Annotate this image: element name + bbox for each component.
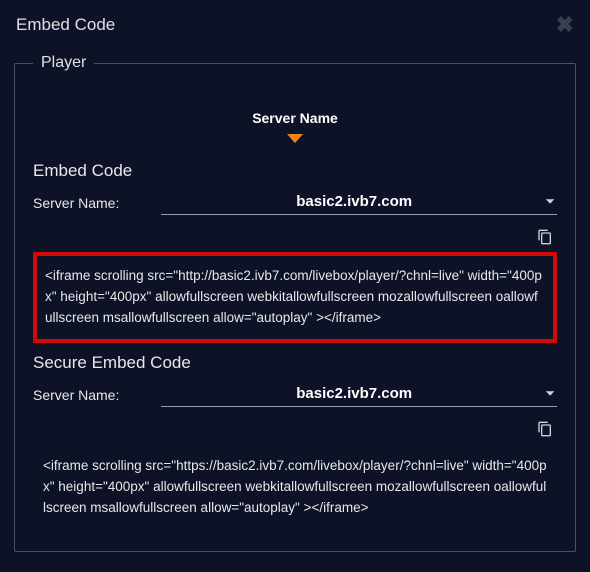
server-name-label: Server Name: [33,195,133,211]
secure-server-name-dropdown[interactable]: basic2.ivb7.com ⏷ [161,383,557,407]
server-name-row: Server Name: basic2.ivb7.com ⏷ [33,191,557,215]
copy-icon[interactable] [537,229,553,245]
chevron-down-icon: ⏷ [545,194,555,209]
server-name-label: Server Name: [33,387,133,403]
close-icon[interactable]: ✖ [556,14,574,36]
tab-server-name[interactable]: Server Name [252,110,338,132]
chevron-down-icon [287,134,303,143]
secure-embed-heading: Secure Embed Code [33,353,557,373]
embed-code-textarea[interactable]: <iframe scrolling src="http://basic2.ivb… [33,252,557,343]
modal-header: Embed Code ✖ [14,10,576,50]
copy-icon[interactable] [537,421,553,437]
secure-embed-code-textarea[interactable]: <iframe scrolling src="https://basic2.iv… [33,444,557,531]
fieldset-legend: Player [33,54,94,72]
chevron-down-icon: ⏷ [545,386,555,401]
modal-title: Embed Code [16,15,115,35]
player-fieldset: Player Server Name Embed Code Server Nam… [14,54,576,552]
embed-code-modal: Embed Code ✖ Player Server Name Embed Co… [0,0,590,552]
copy-row [33,415,557,444]
copy-row [33,223,557,252]
server-name-value: basic2.ivb7.com [163,385,545,402]
embed-code-heading: Embed Code [33,161,557,181]
secure-server-name-row: Server Name: basic2.ivb7.com ⏷ [33,383,557,407]
tab-bar: Server Name [33,110,557,143]
server-name-value: basic2.ivb7.com [163,193,545,210]
server-name-dropdown[interactable]: basic2.ivb7.com ⏷ [161,191,557,215]
